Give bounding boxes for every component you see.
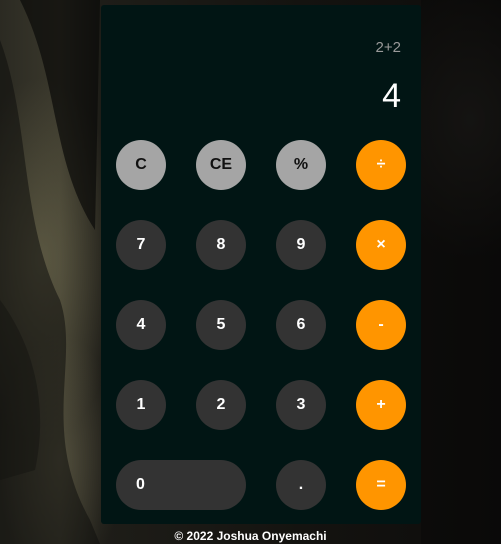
copyright-footer: © 2022 Joshua Onyemachi xyxy=(174,529,327,543)
clear-button[interactable]: C xyxy=(116,140,166,190)
percent-button[interactable]: % xyxy=(276,140,326,190)
subtract-button[interactable]: - xyxy=(356,300,406,350)
digit-3-button[interactable]: 3 xyxy=(276,380,326,430)
digit-7-button[interactable]: 7 xyxy=(116,220,166,270)
digit-2-button[interactable]: 2 xyxy=(196,380,246,430)
clear-entry-button[interactable]: CE xyxy=(196,140,246,190)
expression-display: 2+2 xyxy=(375,39,401,56)
digit-8-button[interactable]: 8 xyxy=(196,220,246,270)
digit-6-button[interactable]: 6 xyxy=(276,300,326,350)
digit-1-button[interactable]: 1 xyxy=(116,380,166,430)
equals-button[interactable]: = xyxy=(356,460,406,510)
digit-4-button[interactable]: 4 xyxy=(116,300,166,350)
digit-9-button[interactable]: 9 xyxy=(276,220,326,270)
digit-0-button[interactable]: 0 xyxy=(116,460,246,510)
multiply-button[interactable]: × xyxy=(356,220,406,270)
add-button[interactable]: + xyxy=(356,380,406,430)
result-display: 4 xyxy=(382,77,401,115)
calculator: 2+2 4 C CE % ÷ 7 8 9 × 4 5 6 - 1 2 3 + 0… xyxy=(101,5,421,524)
decimal-button[interactable]: . xyxy=(276,460,326,510)
divide-button[interactable]: ÷ xyxy=(356,140,406,190)
digit-5-button[interactable]: 5 xyxy=(196,300,246,350)
